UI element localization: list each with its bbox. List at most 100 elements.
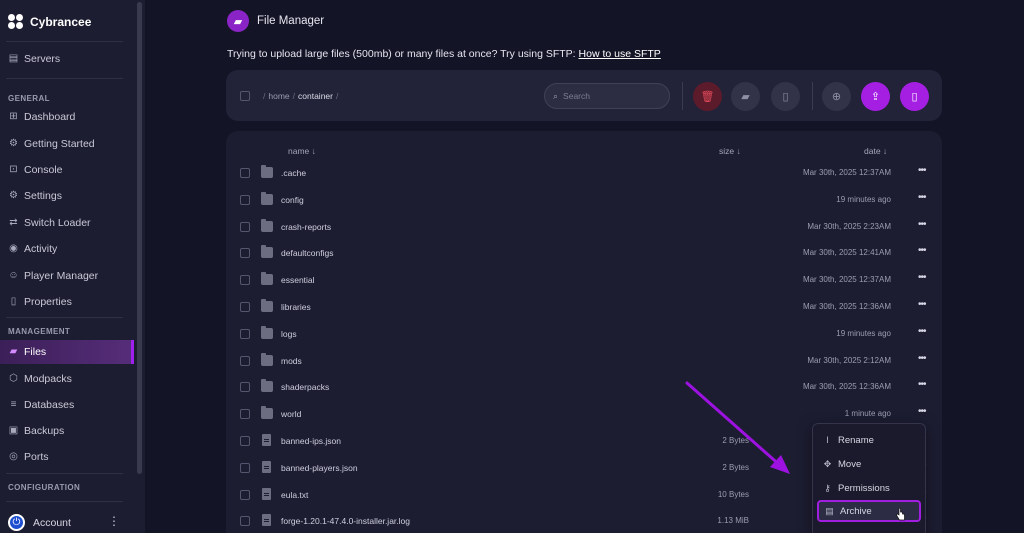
copy-button[interactable]: ▯ [771, 82, 800, 111]
row-checkbox[interactable] [240, 516, 250, 527]
account-button[interactable]: ⏻ Account [8, 514, 71, 531]
sidebar-item-servers[interactable]: ▤ Servers [0, 47, 134, 71]
sidebar-item-properties[interactable]: ▯ Properties [0, 290, 134, 314]
sidebar-item-activity[interactable]: ◉ Activity [0, 237, 134, 261]
row-checkbox[interactable] [240, 221, 250, 232]
row-checkbox[interactable] [240, 489, 250, 500]
more-options-icon[interactable]: ••• [918, 379, 926, 390]
table-row[interactable]: libraries Mar 30th, 2025 12:36AM ••• [226, 294, 942, 321]
row-checkbox[interactable] [240, 462, 250, 473]
sidebar-item-ports[interactable]: ◎ Ports [0, 445, 134, 469]
more-options-icon[interactable]: ••• [918, 165, 926, 176]
sidebar-item-getting-started[interactable]: ⚙ Getting Started [0, 132, 134, 156]
sidebar-item-files[interactable]: ▰ Files [0, 340, 134, 364]
sidebar-item-label: Getting Started [24, 138, 95, 150]
file-name[interactable]: banned-ips.json [281, 436, 341, 446]
file-name[interactable]: world [281, 409, 301, 419]
column-size[interactable]: size ↓ [719, 146, 741, 156]
sidebar-item-settings[interactable]: ⚙ Settings [0, 184, 134, 208]
file-name[interactable]: shaderpacks [281, 382, 329, 392]
sidebar-scrollbar[interactable] [137, 2, 142, 474]
file-size: 10 Bytes [717, 489, 749, 499]
sftp-link[interactable]: How to use SFTP [579, 48, 661, 60]
sidebar-item-dashboard[interactable]: ⊞ Dashboard [0, 105, 134, 129]
row-checkbox[interactable] [240, 302, 250, 312]
more-options-icon[interactable]: ••• [918, 353, 926, 364]
row-checkbox[interactable] [240, 168, 250, 178]
table-row[interactable]: crash-reports Mar 30th, 2025 2:23AM ••• [226, 214, 942, 241]
file-name[interactable]: crash-reports [281, 222, 331, 232]
new-file-button[interactable]: ▯ [900, 82, 929, 111]
copy-file-icon: ▯ [782, 91, 789, 103]
table-row[interactable]: config 19 minutes ago ••• [226, 187, 942, 214]
more-options-icon[interactable]: ••• [918, 192, 926, 203]
more-options-icon[interactable]: ••• [918, 272, 926, 283]
table-row[interactable]: defaultconfigs Mar 30th, 2025 12:41AM ••• [226, 240, 942, 267]
table-row[interactable]: logs 19 minutes ago ••• [226, 321, 942, 348]
toolbar-divider [812, 82, 813, 110]
sidebar-item-label: Player Manager [24, 270, 99, 282]
file-name[interactable]: mods [281, 356, 302, 366]
row-checkbox[interactable] [240, 248, 250, 259]
sidebar-item-label: Dashboard [24, 111, 76, 123]
brand[interactable]: Cybrancee [8, 14, 91, 30]
archive-file-icon: ▤ [825, 505, 834, 516]
row-checkbox[interactable] [240, 382, 250, 393]
new-folder-button[interactable]: ⊕ [822, 82, 851, 111]
menu-item-rename[interactable]: I Rename [817, 429, 921, 451]
hand-cursor-icon [896, 508, 905, 521]
file-toolbar: /home/container/ ⌕ 🗑 ▰ ▯ ⊕ ⇪ ▯ [226, 70, 942, 121]
delete-button[interactable]: 🗑 [693, 82, 722, 111]
more-options-icon[interactable]: ••• [918, 299, 926, 310]
table-row[interactable]: shaderpacks Mar 30th, 2025 12:36AM ••• [226, 374, 942, 401]
sidebar-item-modpacks[interactable]: ⬡ Modpacks [0, 367, 134, 391]
more-options-icon[interactable]: ••• [918, 326, 926, 337]
sidebar-item-backups[interactable]: ▣ Backups [0, 419, 134, 443]
breadcrumb-home[interactable]: home [268, 91, 289, 101]
upload-button[interactable]: ⇪ [861, 82, 890, 111]
table-row[interactable]: essential Mar 30th, 2025 12:37AM ••• [226, 267, 942, 294]
file-name[interactable]: eula.txt [281, 490, 308, 500]
file-name[interactable]: logs [281, 329, 297, 339]
file-name[interactable]: libraries [281, 302, 311, 312]
sidebar-item-console[interactable]: ⊡ Console [0, 158, 134, 182]
row-checkbox[interactable] [240, 436, 250, 446]
table-row[interactable]: .cache Mar 30th, 2025 12:37AM ••• [226, 160, 942, 187]
move-button[interactable]: ▰ [731, 82, 760, 111]
folder-icon: ▰ [9, 346, 18, 357]
sidebar: Cybrancee ▤ Servers GENERAL ⊞ Dashboard … [0, 0, 145, 533]
file-icon [262, 460, 271, 473]
more-vertical-icon[interactable]: ⋮ [108, 514, 120, 528]
select-all-checkbox[interactable] [240, 91, 250, 101]
more-options-icon[interactable]: ••• [918, 245, 926, 256]
account-label: Account [33, 516, 71, 529]
row-checkbox[interactable] [240, 275, 250, 286]
menu-item-label: Archive [840, 505, 872, 517]
menu-item-move[interactable]: ✥ Move [817, 453, 921, 475]
file-name[interactable]: forge-1.20.1-47.4.0-installer.jar.log [281, 516, 410, 526]
file-name[interactable]: essential [281, 275, 315, 285]
more-options-icon[interactable]: ••• [918, 406, 926, 417]
column-date[interactable]: date ↓ [864, 146, 887, 156]
folder-header-icon: ▰ [227, 10, 249, 32]
sftp-banner: Trying to upload large files (500mb) or … [227, 48, 661, 60]
row-checkbox[interactable] [240, 328, 250, 339]
sidebar-item-player-manager[interactable]: ☺ Player Manager [0, 264, 134, 288]
search-box[interactable]: ⌕ [544, 83, 670, 109]
menu-item-permissions[interactable]: ⚷ Permissions [817, 477, 921, 499]
more-options-icon[interactable]: ••• [918, 219, 926, 230]
sidebar-item-switch-loader[interactable]: ⇄ Switch Loader [0, 211, 134, 235]
breadcrumb: / home / container / [263, 91, 339, 101]
sidebar-item-databases[interactable]: ≡ Databases [0, 393, 134, 417]
file-name[interactable]: config [281, 195, 304, 205]
file-name[interactable]: .cache [281, 168, 306, 178]
row-checkbox[interactable] [240, 409, 250, 420]
search-input[interactable] [563, 91, 654, 101]
breadcrumb-container[interactable]: container [298, 91, 333, 101]
file-name[interactable]: defaultconfigs [281, 248, 333, 258]
row-checkbox[interactable] [240, 355, 250, 366]
row-checkbox[interactable] [240, 194, 250, 205]
column-name[interactable]: name ↓ [288, 146, 316, 156]
table-row[interactable]: mods Mar 30th, 2025 2:12AM ••• [226, 348, 942, 375]
file-name[interactable]: banned-players.json [281, 463, 358, 473]
